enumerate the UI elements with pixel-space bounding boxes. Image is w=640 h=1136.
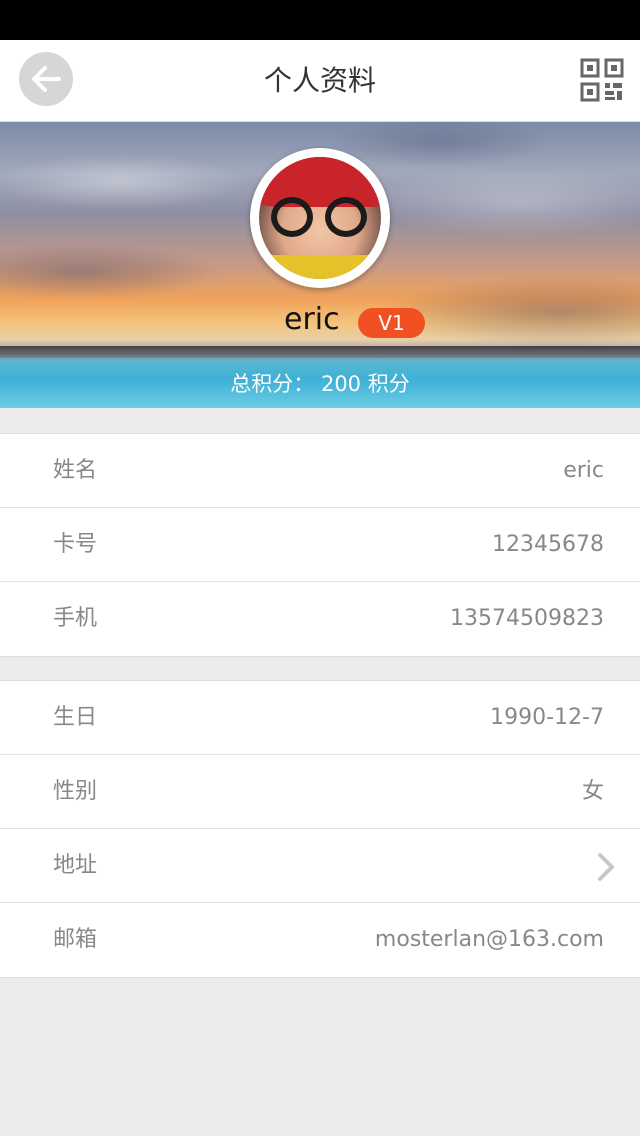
info-row-name: 姓名 eric	[0, 434, 640, 508]
basic-info-group: 姓名 eric 卡号 12345678 手机 13574509823	[0, 433, 640, 657]
user-name: eric	[284, 302, 340, 337]
info-row-gender[interactable]: 性别 女	[0, 755, 640, 829]
row-value: 1990-12-7	[490, 705, 604, 730]
info-row-email[interactable]: 邮箱 mosterlan@163.com	[0, 903, 640, 977]
row-value: 13574509823	[450, 606, 604, 631]
row-label: 生日	[53, 705, 98, 730]
extra-info-group: 生日 1990-12-7 性别 女 地址 邮箱 mosterlan@163.co…	[0, 680, 640, 978]
info-row-birthday[interactable]: 生日 1990-12-7	[0, 681, 640, 755]
info-row-address[interactable]: 地址	[0, 829, 640, 903]
row-label: 手机	[53, 606, 98, 631]
row-value: 女	[581, 779, 604, 804]
row-label: 地址	[53, 853, 98, 878]
chevron-right-icon	[598, 853, 614, 881]
avatar[interactable]	[250, 148, 390, 288]
qr-code-icon[interactable]	[580, 58, 624, 102]
info-row-card-number: 卡号 12345678	[0, 508, 640, 582]
row-label: 姓名	[53, 458, 98, 483]
horizon-line	[0, 346, 640, 358]
row-value: mosterlan@163.com	[374, 927, 604, 952]
status-bar	[0, 0, 640, 40]
row-label: 性别	[53, 779, 98, 804]
row-label: 卡号	[53, 532, 98, 557]
info-row-phone: 手机 13574509823	[0, 582, 640, 656]
row-label: 邮箱	[53, 927, 98, 952]
total-points: 总积分： 200 积分	[230, 372, 410, 396]
page-title: 个人资料	[263, 64, 376, 97]
avatar-image	[259, 157, 381, 279]
row-value: eric	[563, 458, 604, 483]
level-badge: V1	[358, 308, 425, 338]
row-value: 12345678	[492, 532, 604, 557]
nav-bar: 个人资料	[0, 40, 640, 122]
profile-banner: eric V1 总积分： 200 积分	[0, 122, 640, 408]
